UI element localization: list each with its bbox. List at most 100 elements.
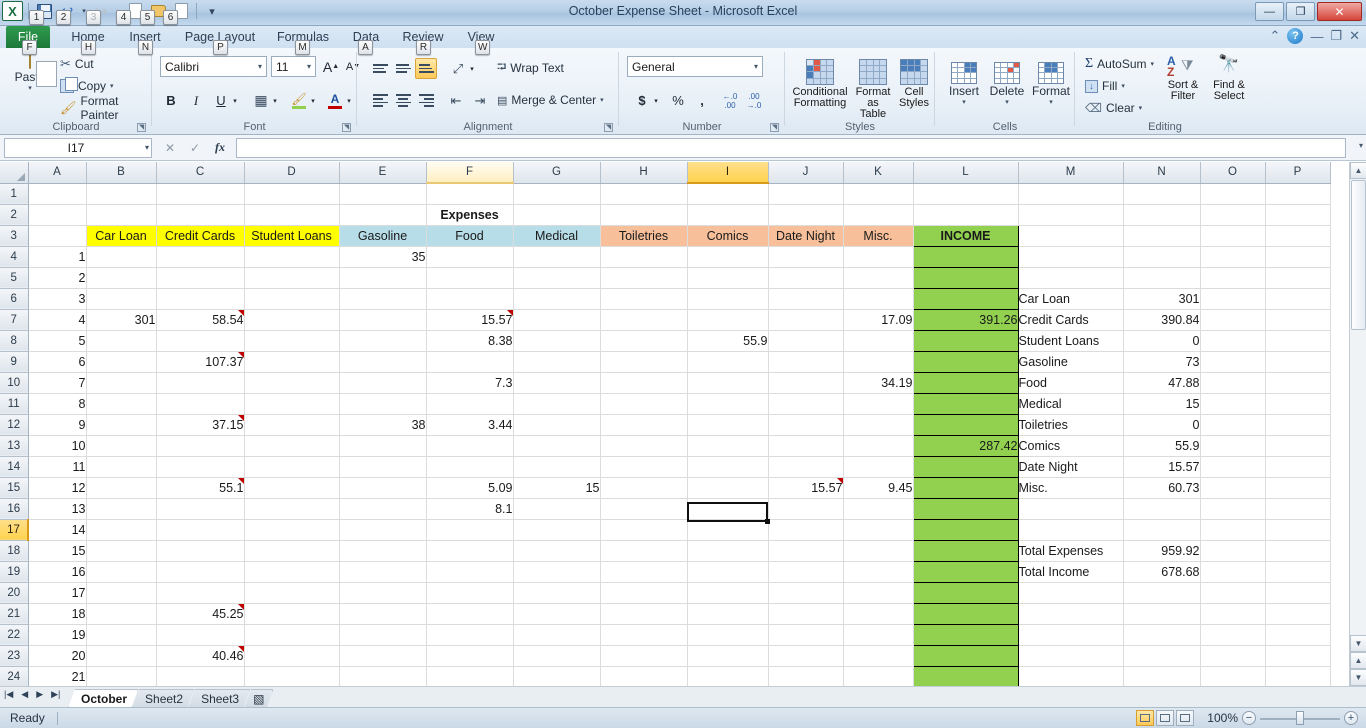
- insert-cells-button[interactable]: Insert ▾: [945, 56, 983, 106]
- cell-E2[interactable]: [339, 204, 426, 225]
- cell-N5[interactable]: [1123, 267, 1200, 288]
- cell-E20[interactable]: [339, 582, 426, 603]
- cell-O13[interactable]: [1200, 435, 1265, 456]
- cell-K18[interactable]: [843, 540, 913, 561]
- cell-A24[interactable]: 21: [28, 666, 86, 686]
- cell-F17[interactable]: [426, 519, 513, 540]
- column-header-m[interactable]: M: [1018, 162, 1123, 183]
- delete-cells-button[interactable]: Delete ▾: [987, 56, 1027, 106]
- cell-G8[interactable]: [513, 330, 600, 351]
- row-header-24[interactable]: 24: [0, 666, 28, 686]
- cell-K14[interactable]: [843, 456, 913, 477]
- cell-O7[interactable]: [1200, 309, 1265, 330]
- cell-J9[interactable]: [768, 351, 843, 372]
- cell-M16[interactable]: [1018, 498, 1123, 519]
- cell-O1[interactable]: [1200, 183, 1265, 204]
- cell-G6[interactable]: [513, 288, 600, 309]
- conditional-formatting-button[interactable]: Conditional Formatting: [791, 54, 849, 109]
- cell-J19[interactable]: [768, 561, 843, 582]
- cell-I20[interactable]: [687, 582, 768, 603]
- decrease-decimal-button[interactable]: .00→.0: [743, 90, 765, 111]
- cell-P23[interactable]: [1265, 645, 1330, 666]
- cell-E17[interactable]: [339, 519, 426, 540]
- cell-A17[interactable]: 14: [28, 519, 86, 540]
- cell-G21[interactable]: [513, 603, 600, 624]
- cell-D1[interactable]: [244, 183, 339, 204]
- cell-title-expenses[interactable]: Expenses: [426, 204, 513, 225]
- cell-F13[interactable]: [426, 435, 513, 456]
- cell-C21[interactable]: 45.25: [156, 603, 244, 624]
- cell-C11[interactable]: [156, 393, 244, 414]
- customize-qat-icon[interactable]: ▾: [202, 1, 222, 21]
- borders-dropdown-icon[interactable]: ▾: [270, 90, 280, 111]
- align-middle-button[interactable]: [392, 58, 414, 79]
- cell-E13[interactable]: [339, 435, 426, 456]
- cell-O20[interactable]: [1200, 582, 1265, 603]
- cell-D16[interactable]: [244, 498, 339, 519]
- cell-E23[interactable]: [339, 645, 426, 666]
- row-header-8[interactable]: 8: [0, 330, 28, 351]
- cell-L1[interactable]: [913, 183, 1018, 204]
- clear-button[interactable]: ⌫ Clear ▾: [1083, 98, 1144, 118]
- last-sheet-button[interactable]: ▶|: [51, 689, 60, 700]
- cell-G5[interactable]: [513, 267, 600, 288]
- font-dialog-launcher[interactable]: ◥: [342, 123, 351, 132]
- cell-J4[interactable]: [768, 246, 843, 267]
- cell-O23[interactable]: [1200, 645, 1265, 666]
- insert-dropdown-icon[interactable]: ▾: [945, 98, 983, 106]
- cell-G17[interactable]: [513, 519, 600, 540]
- cell-O19[interactable]: [1200, 561, 1265, 582]
- cell-A6[interactable]: 3: [28, 288, 86, 309]
- header-misc[interactable]: Misc.: [843, 225, 913, 246]
- insert-function-icon[interactable]: fx: [208, 138, 232, 158]
- cell-D15[interactable]: [244, 477, 339, 498]
- worksheet-grid[interactable]: ABCDEFGHIJKLMNOP 12Expenses3Car LoanCred…: [0, 162, 1366, 686]
- cell-K2[interactable]: [843, 204, 913, 225]
- summary-value-misc[interactable]: 60.73: [1123, 477, 1200, 498]
- cell-B19[interactable]: [86, 561, 156, 582]
- cell-O16[interactable]: [1200, 498, 1265, 519]
- cell-C2[interactable]: [156, 204, 244, 225]
- cell-A12[interactable]: 9: [28, 414, 86, 435]
- cell-P3[interactable]: [1265, 225, 1330, 246]
- cell-K22[interactable]: [843, 624, 913, 645]
- cell-J14[interactable]: [768, 456, 843, 477]
- row-header-18[interactable]: 18: [0, 540, 28, 561]
- cell-E14[interactable]: [339, 456, 426, 477]
- cell-O17[interactable]: [1200, 519, 1265, 540]
- fill-handle[interactable]: [765, 519, 770, 524]
- format-dropdown-icon[interactable]: ▾: [1031, 98, 1071, 106]
- cell-G19[interactable]: [513, 561, 600, 582]
- cell-O21[interactable]: [1200, 603, 1265, 624]
- cell-E15[interactable]: [339, 477, 426, 498]
- cell-D7[interactable]: [244, 309, 339, 330]
- cell-G11[interactable]: [513, 393, 600, 414]
- cell-I24[interactable]: [687, 666, 768, 686]
- cell-E4[interactable]: 35: [339, 246, 426, 267]
- cell-M4[interactable]: [1018, 246, 1123, 267]
- comma-button[interactable]: ,: [691, 90, 713, 111]
- cell-J18[interactable]: [768, 540, 843, 561]
- cell-B22[interactable]: [86, 624, 156, 645]
- cell-P8[interactable]: [1265, 330, 1330, 351]
- previous-sheet-button[interactable]: ◀: [21, 689, 28, 700]
- cell-E8[interactable]: [339, 330, 426, 351]
- cell-H24[interactable]: [600, 666, 687, 686]
- cell-L23[interactable]: [913, 645, 1018, 666]
- summary-value-comics[interactable]: 55.9: [1123, 435, 1200, 456]
- cell-H11[interactable]: [600, 393, 687, 414]
- cell-styles-button[interactable]: Cell Styles: [895, 54, 933, 109]
- cell-I9[interactable]: [687, 351, 768, 372]
- cell-D5[interactable]: [244, 267, 339, 288]
- zoom-out-button[interactable]: −: [1242, 711, 1256, 725]
- cell-O8[interactable]: [1200, 330, 1265, 351]
- cell-K16[interactable]: [843, 498, 913, 519]
- header-toiletries[interactable]: Toiletries: [600, 225, 687, 246]
- cell-E11[interactable]: [339, 393, 426, 414]
- cell-A15[interactable]: 12: [28, 477, 86, 498]
- cell-G18[interactable]: [513, 540, 600, 561]
- header-income[interactable]: INCOME: [913, 225, 1018, 246]
- cell-A2[interactable]: [28, 204, 86, 225]
- cell-G22[interactable]: [513, 624, 600, 645]
- underline-dropdown-icon[interactable]: ▾: [230, 90, 240, 111]
